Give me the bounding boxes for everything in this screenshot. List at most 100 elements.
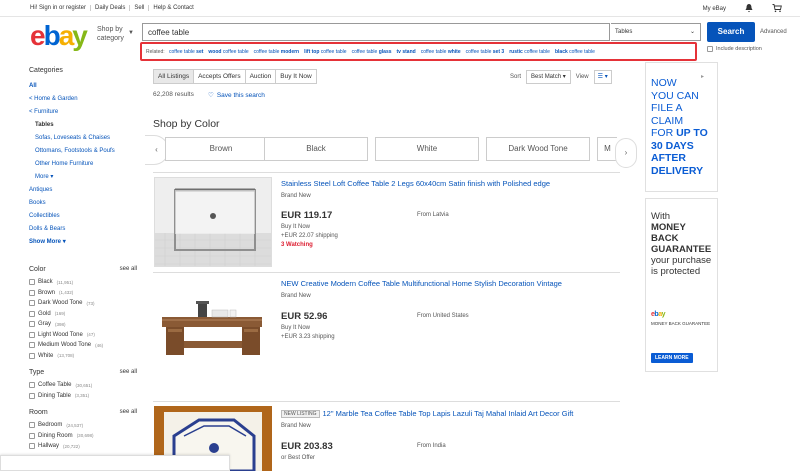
- show-more-link[interactable]: Show More ▾: [29, 239, 66, 245]
- filter-checkbox[interactable]: [29, 331, 35, 338]
- related-search-link[interactable]: coffee table white: [421, 49, 461, 55]
- help-contact-link[interactable]: Help & Contact: [149, 5, 197, 11]
- filter-checkbox[interactable]: [29, 289, 35, 296]
- filter-checkbox[interactable]: [29, 432, 35, 439]
- carousel-next-button[interactable]: ›: [615, 138, 637, 168]
- ad-info-icon[interactable]: ▸: [701, 73, 713, 87]
- ebay-logo[interactable]: ebay: [30, 20, 88, 52]
- ad-money-back[interactable]: With MONEY BACK GUARANTEE your purchase …: [645, 198, 718, 372]
- filter-checkbox[interactable]: [29, 392, 35, 399]
- sell-link[interactable]: Sell: [130, 5, 150, 11]
- search-button[interactable]: Search: [707, 22, 755, 42]
- filter-option-count: (169): [54, 311, 66, 317]
- listing-title[interactable]: 12" Marble Tea Coffee Table Top Lapis La…: [323, 409, 574, 418]
- color-filter-option[interactable]: White (13,708): [29, 351, 103, 362]
- category-tables: Tables: [35, 122, 54, 128]
- include-description-checkbox[interactable]: [707, 46, 713, 52]
- listing-title[interactable]: Stainless Steel Loft Coffee Table 2 Legs…: [281, 179, 550, 188]
- top-links: Hi! Sign in or register Daily Deals Sell…: [30, 5, 198, 11]
- advanced-search-link[interactable]: Advanced: [760, 29, 787, 35]
- related-search-link[interactable]: coffee table set: [169, 49, 203, 55]
- category-furniture[interactable]: < Furniture: [29, 109, 58, 115]
- filter-option-label: Gold: [38, 310, 51, 317]
- filter-option-count: (20,722): [63, 443, 80, 449]
- my-ebay-link[interactable]: My eBay: [703, 6, 726, 12]
- listing-image[interactable]: [154, 177, 272, 267]
- room-filter-option[interactable]: Hallway (20,722): [29, 441, 93, 452]
- color-dark-wood-button[interactable]: Dark Wood Tone: [486, 137, 590, 161]
- category-books[interactable]: Books: [29, 200, 46, 206]
- category-antiques[interactable]: Antiques: [29, 187, 52, 193]
- daily-deals-link[interactable]: Daily Deals: [91, 5, 131, 11]
- room-see-all-link[interactable]: see all: [120, 409, 137, 415]
- category-collectibles[interactable]: Collectibles: [29, 213, 60, 219]
- category-dolls-bears[interactable]: Dolls & Bears: [29, 226, 65, 232]
- related-search-link[interactable]: coffee table set 3: [466, 49, 505, 55]
- filter-checkbox[interactable]: [29, 279, 35, 286]
- top-right: My eBay: [703, 3, 782, 15]
- category-ottomans[interactable]: Ottomans, Footstools & Poufs: [35, 148, 115, 154]
- search-input[interactable]: coffee table: [142, 23, 610, 41]
- tab-all-listings[interactable]: All Listings: [153, 69, 195, 84]
- category-select[interactable]: Tables ⌄: [611, 23, 701, 41]
- color-filter-option[interactable]: Brown (1,432): [29, 288, 103, 299]
- room-filter-option[interactable]: Dining Room (30,698): [29, 431, 93, 442]
- filter-checkbox[interactable]: [29, 382, 35, 389]
- room-filter-heading: Room see all: [29, 409, 137, 416]
- color-black-button[interactable]: Black: [264, 137, 368, 161]
- filter-option-count: (11,951): [56, 279, 74, 285]
- related-search-link[interactable]: wood coffee table: [208, 49, 248, 55]
- listing-image[interactable]: [154, 277, 272, 367]
- room-filter-option[interactable]: Bedroom (24,537): [29, 420, 93, 431]
- type-see-all-link[interactable]: see all: [120, 369, 137, 375]
- color-filter-option[interactable]: Medium Wood Tone (46): [29, 340, 103, 351]
- filter-checkbox[interactable]: [29, 352, 35, 359]
- bell-icon[interactable]: [744, 3, 754, 15]
- filter-checkbox[interactable]: [29, 300, 35, 307]
- related-search-link[interactable]: lift top coffee table: [304, 49, 346, 55]
- cart-icon[interactable]: [772, 3, 782, 15]
- tab-buy-it-now[interactable]: Buy It Now: [275, 69, 317, 84]
- tab-accepts-offers[interactable]: Accepts Offers: [193, 69, 246, 84]
- category-home-garden[interactable]: < Home & Garden: [29, 96, 78, 102]
- bottom-overlay-bar: [0, 455, 230, 471]
- view-select[interactable]: ☰ ▾: [593, 70, 612, 84]
- color-brown-button[interactable]: Brown: [165, 137, 277, 161]
- filter-checkbox[interactable]: [29, 310, 35, 317]
- filter-option-label: Gray: [38, 321, 52, 328]
- related-search-link[interactable]: tv stand: [397, 49, 416, 55]
- shop-by-category-button[interactable]: Shop by category ▼: [97, 25, 134, 43]
- filter-checkbox[interactable]: [29, 443, 35, 450]
- learn-more-button[interactable]: LEARN MORE: [651, 353, 693, 363]
- related-search-link[interactable]: rustic coffee table: [509, 49, 550, 55]
- color-filter-option[interactable]: Gold (169): [29, 309, 103, 320]
- color-filter-option[interactable]: Light Wood Tone (47): [29, 330, 103, 341]
- color-filter-option[interactable]: Dark Wood Tone (73): [29, 298, 103, 309]
- category-other-furniture[interactable]: Other Home Furniture: [35, 161, 93, 167]
- related-search-link[interactable]: coffee table modern: [254, 49, 300, 55]
- color-more-button[interactable]: M: [597, 137, 617, 161]
- filter-checkbox[interactable]: [29, 321, 35, 328]
- type-filter-option[interactable]: Coffee Table (30,651): [29, 380, 92, 391]
- filter-checkbox[interactable]: [29, 342, 35, 349]
- sign-in-link[interactable]: Hi! Sign in or register: [30, 5, 92, 11]
- related-search-link[interactable]: coffee table glass: [352, 49, 392, 55]
- save-search-link[interactable]: ♡ Save this search: [208, 91, 265, 100]
- listing-title[interactable]: NEW Creative Modern Coffee Table Multifu…: [281, 279, 562, 288]
- color-see-all-link[interactable]: see all: [120, 266, 137, 272]
- related-search-link[interactable]: black coffee table: [555, 49, 595, 55]
- filter-checkbox[interactable]: [29, 422, 35, 429]
- divider: [153, 272, 620, 273]
- include-description-toggle[interactable]: Include description: [707, 46, 762, 52]
- color-filter-option[interactable]: Black (11,951): [29, 277, 103, 288]
- filter-option-count: (46): [95, 342, 104, 348]
- category-sofas[interactable]: Sofas, Loveseats & Chaises: [35, 135, 110, 141]
- tab-auction[interactable]: Auction: [244, 69, 277, 84]
- sort-select[interactable]: Best Match ▾: [526, 70, 571, 84]
- category-all[interactable]: All: [29, 83, 37, 89]
- type-filter-option[interactable]: Dining Table (3,351): [29, 391, 92, 402]
- color-white-button[interactable]: White: [375, 137, 479, 161]
- color-filter-heading: Color see all: [29, 266, 137, 273]
- color-filter-option[interactable]: Gray (398): [29, 319, 103, 330]
- category-more[interactable]: More ▾: [35, 174, 53, 180]
